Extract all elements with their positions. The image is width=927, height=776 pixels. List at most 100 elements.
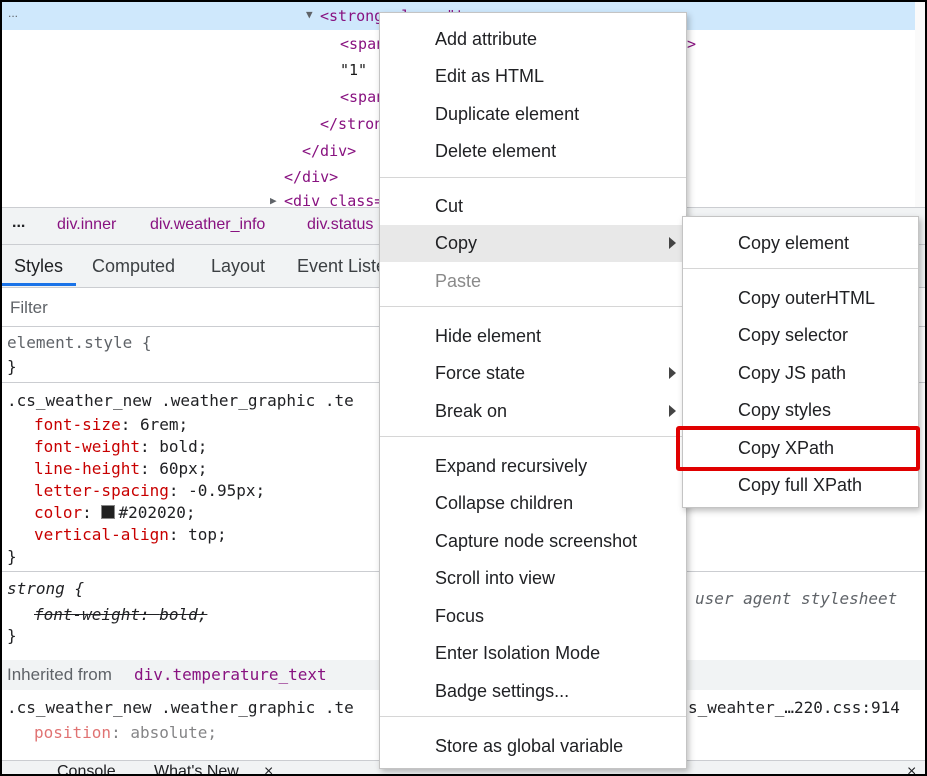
menu-item-label: Focus bbox=[435, 606, 485, 626]
prop-value: absolute; bbox=[130, 723, 218, 742]
close-icon[interactable]: × bbox=[264, 763, 273, 774]
element-style-close: } bbox=[7, 357, 17, 376]
menu-item-cut[interactable]: Cut bbox=[380, 188, 686, 225]
breadcrumb-div-inner[interactable]: div.inner bbox=[57, 216, 116, 234]
menu-item-label: Copy styles bbox=[738, 400, 832, 420]
menu-item-label: Copy JS path bbox=[738, 363, 847, 383]
menu-item-label: Collapse children bbox=[435, 493, 574, 513]
tab-layout[interactable]: Layout bbox=[211, 256, 265, 277]
menu-item-add-attribute[interactable]: Add attribute bbox=[380, 21, 686, 58]
menu-item-label: Force state bbox=[435, 363, 526, 383]
rule1-prop-font-weight[interactable]: font-weight: bold; bbox=[34, 436, 207, 458]
prop-name: color bbox=[34, 503, 83, 522]
menu-item-label: Edit as HTML bbox=[435, 66, 545, 86]
tree-scrollbar[interactable] bbox=[915, 2, 925, 207]
menu-item-collapse-children[interactable]: Collapse children bbox=[380, 485, 686, 522]
color-swatch-icon[interactable] bbox=[101, 505, 116, 519]
menu-item-label: Copy element bbox=[738, 233, 850, 253]
submenu-item-copy-full-xpath[interactable]: Copy full XPath bbox=[683, 467, 918, 504]
breadcrumb-ellipsis[interactable]: ... bbox=[12, 214, 25, 232]
collapsed-triangle-icon[interactable]: ▶ bbox=[270, 194, 277, 207]
menu-item-scroll-into-view[interactable]: Scroll into view bbox=[380, 560, 686, 597]
menu-item-edit-as-html[interactable]: Edit as HTML bbox=[380, 58, 686, 95]
menu-item-duplicate-element[interactable]: Duplicate element bbox=[380, 96, 686, 133]
inherited-from-link[interactable]: div.temperature_text bbox=[134, 665, 327, 684]
menu-item-paste[interactable]: Paste bbox=[380, 263, 686, 300]
rule1-prop-vertical-align[interactable]: vertical-align: top; bbox=[34, 524, 227, 546]
menu-item-badge-settings[interactable]: Badge settings... bbox=[380, 673, 686, 710]
submenu-item-copy-selector[interactable]: Copy selector bbox=[683, 317, 918, 354]
rule1-prop-color[interactable]: color: #202020; bbox=[34, 502, 196, 524]
rule1-prop-font-size[interactable]: font-size: 6rem; bbox=[34, 414, 188, 436]
tree-line-div-close[interactable]: </div> bbox=[302, 140, 356, 162]
menu-item-label: Copy bbox=[435, 233, 478, 253]
menu-item-label: Expand recursively bbox=[435, 456, 588, 476]
tab-event-listeners[interactable]: Event Liste bbox=[297, 256, 386, 277]
menu-item-focus[interactable]: Focus bbox=[380, 598, 686, 635]
highlight-annotation-box bbox=[676, 426, 920, 471]
tree-line-text[interactable]: "1" bbox=[340, 59, 367, 81]
expand-triangle-icon[interactable]: ▼ bbox=[306, 8, 313, 21]
rule1-prop-letter-spacing[interactable]: letter-spacing: -0.95px; bbox=[34, 480, 265, 502]
inherited-label: Inherited from bbox=[7, 665, 112, 684]
menu-item-enter-isolation-mode[interactable]: Enter Isolation Mode bbox=[380, 635, 686, 672]
prop-name: vertical-align bbox=[34, 525, 169, 544]
node-ellipsis[interactable]: ... bbox=[8, 6, 18, 20]
prop-name: font-size bbox=[34, 415, 121, 434]
prop-name: font-weight bbox=[34, 437, 140, 456]
menu-item-label: Copy outerHTML bbox=[738, 288, 876, 308]
close-drawer-icon[interactable]: × bbox=[907, 763, 916, 774]
menu-item-break-on[interactable]: Break on bbox=[380, 393, 686, 430]
prop-name: position bbox=[34, 723, 112, 742]
breadcrumb-div-status[interactable]: div.status bbox=[307, 216, 373, 234]
menu-item-capture-node-screenshot[interactable]: Capture node screenshot bbox=[380, 523, 686, 560]
rule3-selector[interactable]: .cs_weather_new .weather_graphic .te bbox=[7, 697, 354, 719]
menu-item-hide-element[interactable]: Hide element bbox=[380, 318, 686, 355]
prop-name: line-height bbox=[34, 459, 140, 478]
drawer-tab-console[interactable]: Console bbox=[57, 763, 116, 774]
tab-computed[interactable]: Computed bbox=[92, 256, 175, 277]
rule1-prop-line-height[interactable]: line-height: 60px; bbox=[34, 458, 207, 480]
tab-styles[interactable]: Styles bbox=[14, 256, 63, 277]
submenu-arrow-icon bbox=[669, 237, 676, 249]
rule2-selector[interactable]: strong { bbox=[7, 578, 84, 600]
rule1-close: } bbox=[7, 547, 17, 566]
menu-item-label: Duplicate element bbox=[435, 104, 580, 124]
menu-item-copy[interactable]: Copy bbox=[380, 225, 686, 262]
breadcrumb-div-weather-info[interactable]: div.weather_info bbox=[150, 216, 265, 234]
element-style-selector[interactable]: element.style { bbox=[7, 332, 152, 354]
menu-separator bbox=[380, 177, 686, 178]
menu-item-label: Store as global variable bbox=[435, 736, 624, 756]
menu-item-label: Delete element bbox=[435, 141, 557, 161]
tree-line-div-close2[interactable]: </div> bbox=[284, 166, 338, 188]
menu-item-label: Paste bbox=[435, 271, 482, 291]
filter-placeholder: Filter bbox=[10, 298, 48, 317]
menu-item-delete-element[interactable]: Delete element bbox=[380, 133, 686, 170]
context-menu: Add attribute Edit as HTML Duplicate ele… bbox=[379, 12, 687, 769]
menu-item-store-as-global-variable[interactable]: Store as global variable bbox=[380, 728, 686, 765]
rule1-selector[interactable]: .cs_weather_new .weather_graphic .te bbox=[7, 390, 354, 412]
menu-item-label: Copy full XPath bbox=[738, 475, 863, 495]
menu-separator bbox=[683, 268, 918, 269]
menu-item-force-state[interactable]: Force state bbox=[380, 355, 686, 392]
menu-item-label: Break on bbox=[435, 401, 508, 421]
stylesheet-source-link[interactable]: s_weahter_…220.css:914 bbox=[688, 698, 900, 717]
submenu-item-copy-element[interactable]: Copy element bbox=[683, 225, 918, 262]
menu-item-label: Scroll into view bbox=[435, 568, 556, 588]
menu-item-label: Badge settings... bbox=[435, 681, 570, 701]
rule3-prop-position[interactable]: position: absolute; bbox=[34, 722, 217, 744]
menu-separator bbox=[380, 436, 686, 437]
rule2-prop-font-weight-overridden[interactable]: font-weight: bold; bbox=[34, 604, 207, 626]
user-agent-stylesheet-label: user agent stylesheet bbox=[695, 589, 898, 608]
prop-value: #202020; bbox=[118, 503, 196, 522]
drawer-tab-whats-new[interactable]: What's New bbox=[154, 763, 239, 774]
menu-item-label: Capture node screenshot bbox=[435, 531, 638, 551]
menu-item-expand-recursively[interactable]: Expand recursively bbox=[380, 448, 686, 485]
submenu-item-copy-styles[interactable]: Copy styles bbox=[683, 392, 918, 429]
submenu-item-copy-js-path[interactable]: Copy JS path bbox=[683, 355, 918, 392]
submenu-item-copy-outerhtml[interactable]: Copy outerHTML bbox=[683, 280, 918, 317]
prop-name: font-weight bbox=[34, 605, 140, 624]
menu-item-label: Enter Isolation Mode bbox=[435, 643, 601, 663]
prop-value: bold; bbox=[159, 605, 208, 624]
menu-item-label: Add attribute bbox=[435, 29, 538, 49]
